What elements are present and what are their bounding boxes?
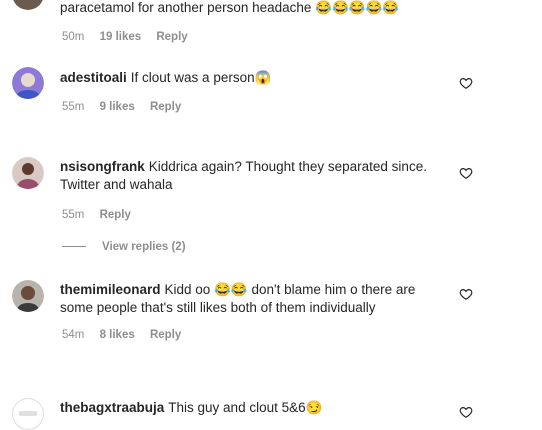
username[interactable]: thebagxtraabuja (60, 400, 164, 415)
reply-button[interactable]: Reply (150, 329, 181, 341)
username[interactable]: nsisongfrank (60, 159, 145, 174)
laughing-emoji-icon: 😂😂 (214, 282, 248, 297)
divider (62, 246, 86, 248)
comment-text: adestitoali If clout was a person😱 (60, 70, 272, 85)
reply-button[interactable]: Reply (100, 209, 131, 221)
comment-meta: 54m 8 likes Reply (62, 329, 193, 341)
username[interactable]: adestitoali (60, 70, 127, 85)
avatar[interactable] (12, 0, 44, 10)
heart-icon[interactable] (459, 287, 473, 301)
avatar[interactable] (12, 398, 44, 430)
reply-button[interactable]: Reply (150, 101, 181, 113)
comment-text: thebagxtraabuja This guy and clout 5&6😏 (60, 400, 323, 415)
smirk-emoji-icon: 😏 (305, 400, 323, 415)
avatar[interactable] (12, 280, 44, 312)
reply-button[interactable]: Reply (156, 31, 187, 43)
heart-icon[interactable] (459, 76, 473, 90)
comment-text: paracetamol for another person headache … (60, 0, 400, 15)
username[interactable]: themimileonard (60, 282, 161, 297)
comment-text: nsisongfrank Kiddrica again? Thought they… (60, 159, 427, 192)
likes-count[interactable]: 19 likes (100, 31, 142, 43)
avatar[interactable] (12, 67, 44, 99)
timestamp: 54m (62, 329, 85, 341)
avatar[interactable] (12, 157, 44, 189)
timestamp: 50m (62, 31, 85, 43)
comment-meta: 55m 9 likes Reply (62, 101, 193, 113)
comment-meta: 50m 19 likes Reply (62, 31, 200, 43)
laughing-emoji-icon: 😂😂😂😂😂 (315, 0, 400, 15)
heart-icon[interactable] (459, 166, 473, 180)
comment-text: themimileonard Kidd oo 😂😂 don't blame him… (60, 282, 416, 315)
heart-icon[interactable] (459, 405, 473, 419)
view-replies-button[interactable]: View replies (2) (62, 241, 186, 253)
timestamp: 55m (62, 101, 85, 113)
likes-count[interactable]: 8 likes (100, 329, 135, 341)
scream-emoji-icon: 😱 (254, 70, 272, 85)
comment-meta: 55m Reply (62, 209, 143, 221)
likes-count[interactable]: 9 likes (100, 101, 135, 113)
timestamp: 55m (62, 209, 85, 221)
